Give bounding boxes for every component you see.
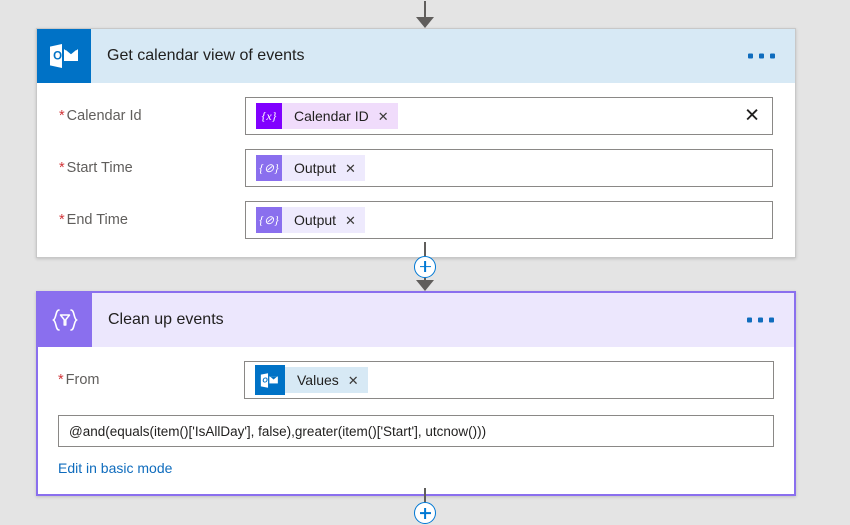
arrow-down-icon (416, 279, 434, 291)
required-marker: * (58, 372, 64, 388)
card-overflow-menu-button[interactable] (748, 53, 775, 59)
menu-dot (770, 53, 775, 59)
variable-token-icon: {x} (256, 103, 282, 129)
edit-in-basic-mode-link[interactable]: Edit in basic mode (58, 460, 172, 476)
menu-dot (769, 317, 774, 323)
outlook-token-icon: O (255, 365, 285, 395)
action-card-clean-up-events[interactable]: Clean up events * From O Values ✕ @and(e… (36, 291, 796, 496)
menu-dot (747, 317, 752, 323)
card-body: * Calendar Id {x} Calendar ID ✕ ✕ * Start … (37, 83, 795, 257)
param-input-end-time[interactable]: {⊘} Output ✕ (245, 201, 773, 239)
card-body: * From O Values ✕ @and(equals(item()['Is… (38, 347, 794, 494)
menu-dot (758, 317, 763, 323)
insert-step-plus-button[interactable] (414, 255, 436, 278)
param-row-from: * From O Values ✕ (58, 361, 774, 399)
flow-designer-canvas: O Get calendar view of events * Calendar … (0, 0, 850, 525)
token-remove-icon[interactable]: ✕ (378, 110, 389, 123)
param-label-text: Calendar Id (66, 108, 142, 124)
svg-text:O: O (262, 377, 268, 384)
token-remove-icon[interactable]: ✕ (348, 374, 359, 387)
arrow-down-icon (416, 16, 434, 28)
param-label-text: From (65, 372, 100, 388)
param-label-end-time: * End Time (59, 212, 245, 228)
card-title: Get calendar view of events (107, 47, 305, 64)
menu-dot (759, 53, 764, 59)
token-body: Calendar ID ✕ (282, 103, 398, 129)
connector-line (424, 277, 426, 281)
token-body: Output ✕ (282, 155, 365, 181)
token-values[interactable]: O Values ✕ (255, 365, 368, 395)
token-body: Output ✕ (282, 207, 365, 233)
token-label: Output (294, 160, 337, 176)
token-end-time-output[interactable]: {⊘} Output ✕ (256, 207, 365, 233)
token-start-time-output[interactable]: {⊘} Output ✕ (256, 155, 365, 181)
param-input-start-time[interactable]: {⊘} Output ✕ (245, 149, 773, 187)
token-label: Values (297, 372, 339, 388)
param-input-calendar-id[interactable]: {x} Calendar ID ✕ ✕ (245, 97, 773, 135)
svg-text:O: O (53, 51, 62, 63)
param-label-from: * From (58, 372, 244, 388)
param-row-end-time: * End Time {⊘} Output ✕ (59, 201, 773, 239)
card-title: Clean up events (108, 311, 224, 328)
connector-top (0, 0, 850, 28)
action-card-get-calendar-view-of-events[interactable]: O Get calendar view of events * Calendar … (36, 28, 796, 258)
param-label-text: End Time (66, 212, 128, 228)
advanced-condition-expression-input[interactable]: @and(equals(item()['IsAllDay'], false),g… (58, 415, 774, 447)
token-remove-icon[interactable]: ✕ (345, 214, 356, 227)
token-label: Output (294, 212, 337, 228)
menu-dot (748, 53, 753, 59)
expression-token-icon: {⊘} (256, 155, 282, 181)
outlook-icon: O (37, 29, 91, 83)
token-body: Values ✕ (285, 367, 368, 393)
card-header[interactable]: Clean up events (38, 293, 794, 347)
clear-field-icon[interactable]: ✕ (744, 107, 760, 126)
filter-array-icon (38, 293, 92, 347)
connector-line (424, 0, 426, 18)
token-remove-icon[interactable]: ✕ (345, 162, 356, 175)
card-header[interactable]: O Get calendar view of events (37, 29, 795, 83)
token-label: Calendar ID (294, 108, 369, 124)
insert-step-plus-button[interactable] (414, 502, 436, 524)
expression-token-icon: {⊘} (256, 207, 282, 233)
param-row-start-time: * Start Time {⊘} Output ✕ (59, 149, 773, 187)
param-label-start-time: * Start Time (59, 160, 245, 176)
token-calendar-id[interactable]: {x} Calendar ID ✕ (256, 103, 398, 129)
required-marker: * (59, 160, 65, 176)
required-marker: * (59, 108, 65, 124)
param-label-calendar-id: * Calendar Id (59, 108, 245, 124)
required-marker: * (59, 212, 65, 228)
param-row-calendar-id: * Calendar Id {x} Calendar ID ✕ ✕ (59, 97, 773, 135)
card-overflow-menu-button[interactable] (747, 317, 774, 323)
param-label-text: Start Time (66, 160, 133, 176)
param-input-from[interactable]: O Values ✕ (244, 361, 774, 399)
